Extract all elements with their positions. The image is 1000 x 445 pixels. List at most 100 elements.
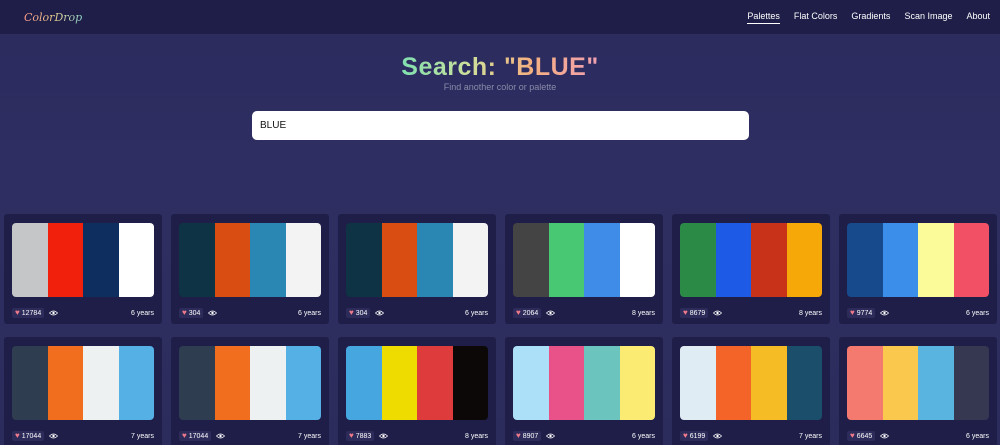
color-swatch[interactable] [584,223,620,297]
color-swatch[interactable] [118,346,154,420]
color-swatch[interactable] [47,346,83,420]
palette-swatches[interactable] [346,223,488,297]
eye-icon[interactable] [713,433,723,439]
color-swatch[interactable] [12,346,48,420]
color-swatch[interactable] [179,346,215,420]
palette-swatches[interactable] [179,346,321,420]
like-button[interactable]: ♥ 6199 [680,431,709,441]
color-swatch[interactable] [214,346,250,420]
color-swatch[interactable] [882,223,918,297]
like-button[interactable]: ♥ 8907 [513,431,542,441]
palette-swatches[interactable] [847,346,989,420]
eye-icon[interactable] [880,310,890,316]
color-swatch[interactable] [285,223,321,297]
eye-icon[interactable] [546,310,556,316]
like-button[interactable]: ♥ 6645 [847,431,876,441]
search-input[interactable] [252,111,749,140]
color-swatch[interactable] [680,223,716,297]
like-button[interactable]: ♥ 12784 [12,308,45,318]
palette-card[interactable]: ♥ 12784 6 years [4,214,162,324]
color-swatch[interactable] [882,346,918,420]
palette-swatches[interactable] [346,346,488,420]
palette-card[interactable]: ♥ 17044 7 years [171,337,329,445]
color-swatch[interactable] [584,346,620,420]
like-button[interactable]: ♥ 17044 [179,431,212,441]
color-swatch[interactable] [847,223,883,297]
palette-card[interactable]: ♥ 8679 8 years [672,214,830,324]
color-swatch[interactable] [417,346,453,420]
logo[interactable]: ColorDrop [24,11,82,24]
eye-icon[interactable] [880,433,890,439]
color-swatch[interactable] [715,346,751,420]
like-button[interactable]: ♥ 17044 [12,431,45,441]
color-swatch[interactable] [548,223,584,297]
like-button[interactable]: ♥ 9774 [847,308,876,318]
color-swatch[interactable] [953,223,989,297]
palette-swatches[interactable] [12,346,154,420]
color-swatch[interactable] [751,223,787,297]
palette-card[interactable]: ♥ 7883 8 years [338,337,496,445]
palette-swatches[interactable] [179,223,321,297]
color-swatch[interactable] [12,223,48,297]
palette-card[interactable]: ♥ 304 6 years [171,214,329,324]
color-swatch[interactable] [417,223,453,297]
color-swatch[interactable] [214,223,250,297]
color-swatch[interactable] [513,346,549,420]
color-swatch[interactable] [250,223,286,297]
palette-swatches[interactable] [513,346,655,420]
palette-swatches[interactable] [513,223,655,297]
palette-swatches[interactable] [680,223,822,297]
color-swatch[interactable] [918,223,954,297]
palette-card[interactable]: ♥ 2064 8 years [505,214,663,324]
palette-swatches[interactable] [680,346,822,420]
color-swatch[interactable] [381,346,417,420]
nav-link-palettes[interactable]: Palettes [747,11,780,24]
color-swatch[interactable] [83,346,119,420]
palette-card[interactable]: ♥ 17044 7 years [4,337,162,445]
color-swatch[interactable] [47,223,83,297]
color-swatch[interactable] [452,223,488,297]
eye-icon[interactable] [713,310,723,316]
color-swatch[interactable] [786,346,822,420]
eye-icon[interactable] [379,433,389,439]
palette-card[interactable]: ♥ 6645 6 years [839,337,997,445]
color-swatch[interactable] [179,223,215,297]
color-swatch[interactable] [452,346,488,420]
eye-icon[interactable] [208,310,218,316]
palette-swatches[interactable] [12,223,154,297]
color-swatch[interactable] [83,223,119,297]
palette-card[interactable]: ♥ 8907 6 years [505,337,663,445]
like-button[interactable]: ♥ 304 [346,308,371,318]
color-swatch[interactable] [953,346,989,420]
color-swatch[interactable] [346,346,382,420]
color-swatch[interactable] [847,346,883,420]
color-swatch[interactable] [918,346,954,420]
nav-link-gradients[interactable]: Gradients [851,11,890,24]
eye-icon[interactable] [375,310,385,316]
like-button[interactable]: ♥ 304 [179,308,204,318]
color-swatch[interactable] [619,346,655,420]
nav-link-about[interactable]: About [966,11,990,24]
color-swatch[interactable] [381,223,417,297]
color-swatch[interactable] [346,223,382,297]
color-swatch[interactable] [118,223,154,297]
eye-icon[interactable] [49,310,59,316]
eye-icon[interactable] [546,433,556,439]
nav-link-flat-colors[interactable]: Flat Colors [794,11,838,24]
palette-card[interactable]: ♥ 6199 7 years [672,337,830,445]
like-button[interactable]: ♥ 2064 [513,308,542,318]
color-swatch[interactable] [250,346,286,420]
like-button[interactable]: ♥ 8679 [680,308,709,318]
color-swatch[interactable] [513,223,549,297]
color-swatch[interactable] [548,346,584,420]
palette-card[interactable]: ♥ 9774 6 years [839,214,997,324]
nav-link-scan-image[interactable]: Scan Image [904,11,952,24]
color-swatch[interactable] [680,346,716,420]
color-swatch[interactable] [285,346,321,420]
eye-icon[interactable] [49,433,59,439]
eye-icon[interactable] [216,433,226,439]
color-swatch[interactable] [751,346,787,420]
color-swatch[interactable] [786,223,822,297]
palette-swatches[interactable] [847,223,989,297]
color-swatch[interactable] [715,223,751,297]
